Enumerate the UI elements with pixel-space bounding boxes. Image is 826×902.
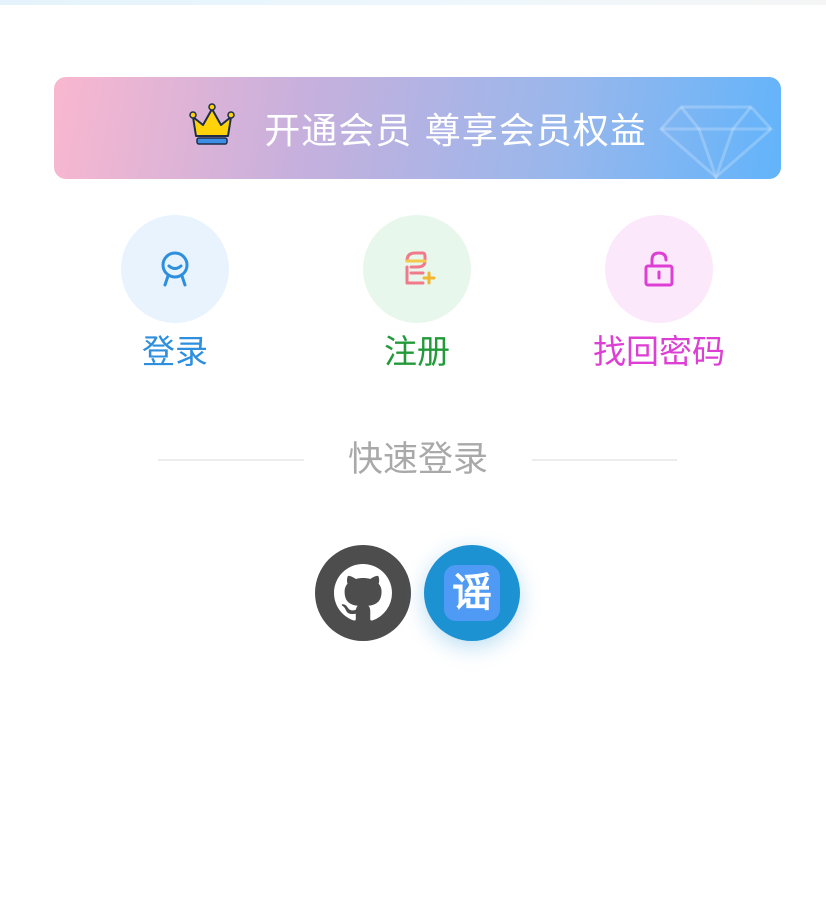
- crown-icon: [189, 103, 236, 145]
- account-actions: 登录 注册 找回密码: [0, 215, 826, 375]
- login-icon-circle: [121, 215, 229, 323]
- vip-banner-button[interactable]: 开通会员 尊享会员权益: [54, 77, 781, 179]
- register-icon-circle: [363, 215, 471, 323]
- register-button[interactable]: 注册: [317, 215, 517, 373]
- login-label: 登录: [142, 332, 208, 371]
- github-login-button[interactable]: [315, 545, 411, 641]
- recover-icon-circle: [605, 215, 713, 323]
- recover-password-label: 找回密码: [593, 332, 725, 371]
- register-label: 注册: [384, 332, 450, 371]
- quick-login-divider: 快速登录: [0, 436, 826, 484]
- add-user-icon: [405, 251, 436, 285]
- quick-login-title: 快速登录: [347, 440, 488, 480]
- vip-banner-text: 开通会员 尊享会员权益: [264, 111, 647, 152]
- divider-line-right: [532, 459, 677, 461]
- yao-login-button[interactable]: 谣: [424, 545, 520, 641]
- yao-icon: 谣: [444, 565, 500, 621]
- top-strip: [0, 0, 826, 5]
- diamond-watermark-icon: [658, 105, 774, 179]
- unlock-icon: [644, 251, 674, 287]
- user-icon: [161, 251, 189, 287]
- recover-password-button[interactable]: 找回密码: [559, 215, 759, 373]
- github-icon: [334, 564, 392, 621]
- login-button[interactable]: 登录: [75, 215, 275, 373]
- yao-icon-glyph: 谣: [452, 570, 492, 616]
